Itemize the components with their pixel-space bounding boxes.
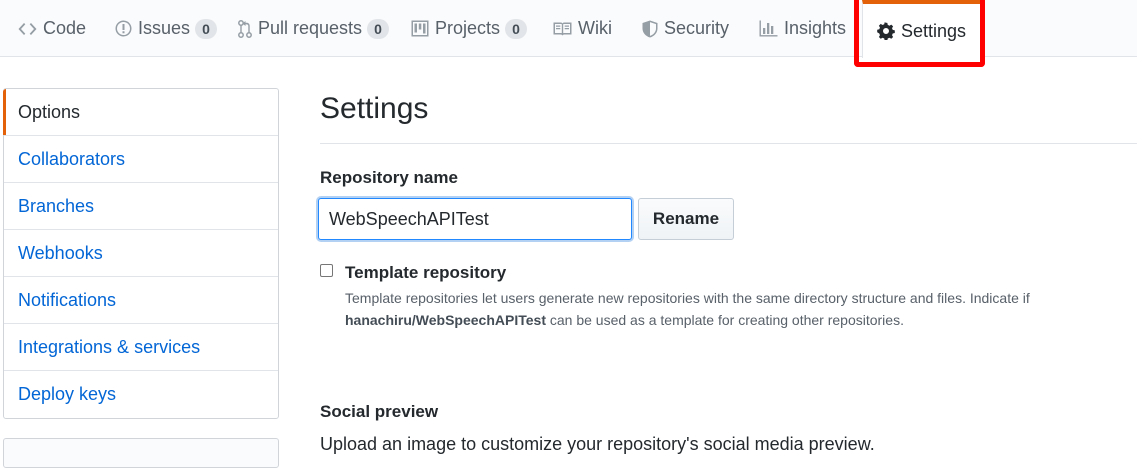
template-repository-checkbox[interactable] <box>320 264 333 277</box>
sidebar-item-webhooks[interactable]: Webhooks <box>4 230 278 277</box>
tab-label: Wiki <box>578 18 612 38</box>
tab-settings[interactable]: Settings <box>862 0 982 58</box>
tab-label: Pull requests <box>258 18 363 38</box>
issues-counter: 0 <box>195 18 218 39</box>
sidebar-item-notifications[interactable]: Notifications <box>4 277 278 324</box>
social-preview-title: Social preview <box>320 402 439 421</box>
code-icon <box>18 22 37 36</box>
repo-nav: Code Issues 0 Pull requests 0 Projects 0… <box>0 0 1137 67</box>
book-icon <box>553 22 572 36</box>
shield-icon <box>642 20 658 38</box>
page-title: Settings <box>320 92 429 125</box>
template-repository-label: Template repository <box>345 263 507 282</box>
repository-name-label: Repository name <box>320 168 458 187</box>
repository-name-input[interactable] <box>318 198 632 240</box>
sidebar-item-collaborators[interactable]: Collaborators <box>4 136 278 183</box>
tab-wiki[interactable]: Wiki <box>553 0 612 57</box>
issue-opened-icon <box>115 20 132 37</box>
note-text-before: Template repositories let users generate… <box>345 290 1030 306</box>
tab-pull-requests[interactable]: Pull requests 0 <box>238 0 390 57</box>
graph-icon <box>759 20 778 37</box>
git-pull-request-icon <box>238 19 252 38</box>
tab-label: Code <box>43 18 87 38</box>
note-text-after: can be used as a template for creating o… <box>545 312 904 328</box>
tab-code[interactable]: Code <box>18 0 86 57</box>
tab-insights[interactable]: Insights <box>759 0 846 57</box>
template-repository-note: Template repositories let users generate… <box>345 287 1105 331</box>
settings-sidebar: Options Collaborators Branches Webhooks … <box>3 88 279 419</box>
sidebar-item-integrations-services[interactable]: Integrations & services <box>4 324 278 371</box>
tab-projects[interactable]: Projects 0 <box>411 0 528 57</box>
tab-security[interactable]: Security <box>642 0 729 57</box>
tab-label: Settings <box>901 20 967 41</box>
sidebar-item-branches[interactable]: Branches <box>4 183 278 230</box>
tab-label: Insights <box>784 18 847 38</box>
gear-icon <box>877 22 895 40</box>
note-repo-name: hanachiru/WebSpeechAPITest <box>345 312 546 328</box>
title-divider <box>320 143 1137 144</box>
pull-requests-counter: 0 <box>367 18 390 39</box>
tab-label: Projects <box>435 18 501 38</box>
sidebar-item-options[interactable]: Options <box>3 89 278 136</box>
project-icon <box>411 20 429 37</box>
tab-label: Security <box>664 18 730 38</box>
rename-button[interactable]: Rename <box>638 198 734 240</box>
projects-counter: 0 <box>505 18 528 39</box>
tab-label: Issues <box>138 18 191 38</box>
tab-issues[interactable]: Issues 0 <box>115 0 218 57</box>
secondary-sidebar-box <box>3 438 279 468</box>
sidebar-item-deploy-keys[interactable]: Deploy keys <box>4 371 278 418</box>
